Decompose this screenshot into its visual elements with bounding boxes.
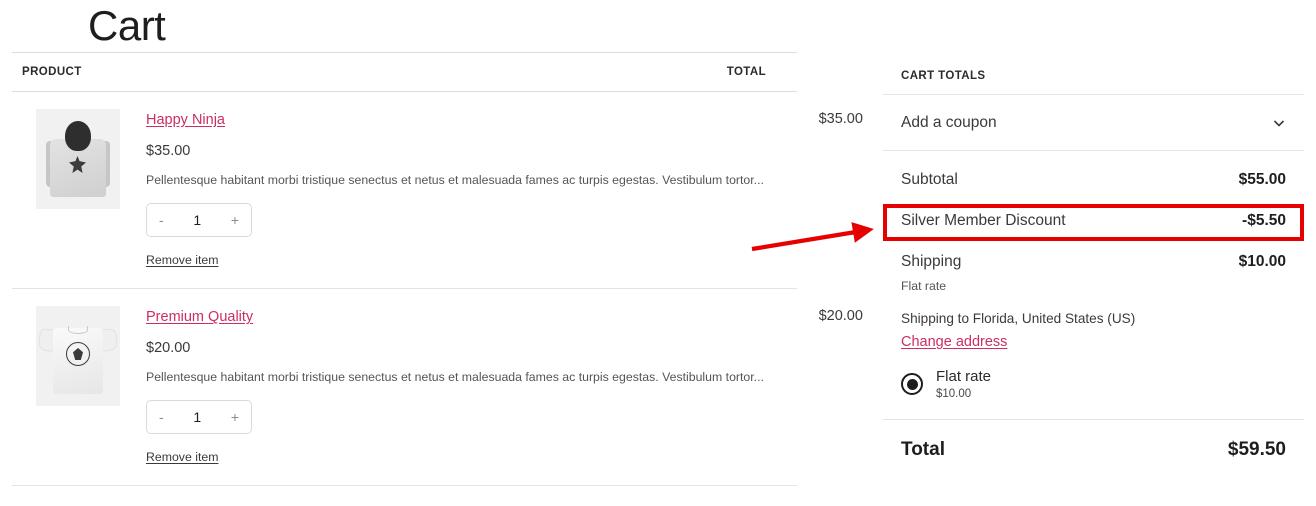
subtotal-value: $55.00 <box>1238 171 1286 188</box>
chevron-down-icon[interactable] <box>1272 116 1286 130</box>
discount-value: -$5.50 <box>1242 212 1286 229</box>
product-line-total: $20.00 <box>818 308 863 324</box>
product-thumbnail-cell <box>22 306 122 406</box>
shipping-option-flat-rate[interactable]: Flat rate $10.00 <box>883 368 1304 400</box>
product-thumbnail-cell <box>22 109 122 209</box>
quantity-increment-button[interactable]: + <box>231 213 239 227</box>
quantity-decrement-button[interactable]: - <box>159 410 164 424</box>
cart-page: Cart PRODUCT TOTAL Happy Ninja $35.00 Pe… <box>0 0 1316 506</box>
product-line-total: $35.00 <box>818 111 863 127</box>
subtotal-label: Subtotal <box>901 171 958 188</box>
radio-button-flat-rate[interactable] <box>901 373 923 395</box>
hoodie-hood-shape <box>65 121 91 151</box>
quantity-value[interactable]: 1 <box>193 409 201 425</box>
discount-label: Silver Member Discount <box>901 212 1066 229</box>
total-value: $59.50 <box>1227 439 1286 460</box>
product-description: Pellentesque habitant morbi tristique se… <box>146 173 764 187</box>
product-name-link[interactable]: Premium Quality <box>146 309 253 325</box>
product-price: $20.00 <box>146 340 191 356</box>
total-label: Total <box>901 439 945 460</box>
cart-table-header: PRODUCT TOTAL <box>12 53 797 91</box>
add-coupon-row[interactable]: Add a coupon <box>883 95 1304 150</box>
shipping-destination: Shipping to Florida, United States (US) <box>901 311 1136 326</box>
shipping-option-text: Flat rate $10.00 <box>936 368 991 400</box>
remove-item-link[interactable]: Remove item <box>146 253 218 267</box>
tshirt-product-image[interactable] <box>36 306 120 406</box>
change-address-link[interactable]: Change address <box>883 334 1025 350</box>
order-total-row: Total $59.50 <box>883 420 1304 480</box>
page-title: Cart <box>88 2 166 49</box>
cart-table-section: Cart PRODUCT TOTAL Happy Ninja $35.00 Pe… <box>12 0 863 506</box>
column-header-total: TOTAL <box>726 66 766 78</box>
coupon-divider <box>883 150 1304 151</box>
quantity-increment-button[interactable]: + <box>231 410 239 424</box>
subtotal-row: Subtotal $55.00 <box>883 159 1304 201</box>
product-description: Pellentesque habitant morbi tristique se… <box>146 370 764 384</box>
table-bottom-divider <box>12 485 797 486</box>
shipping-row: Shipping $10.00 <box>883 247 1304 277</box>
shipping-option-price: $10.00 <box>936 388 972 400</box>
quantity-stepper[interactable]: - 1 + <box>146 203 252 237</box>
table-row: Happy Ninja $35.00 Pellentesque habitant… <box>12 92 863 288</box>
table-row: Premium Quality $20.00 Pellentesque habi… <box>12 289 863 485</box>
hoodie-product-image[interactable] <box>36 109 120 209</box>
quantity-decrement-button[interactable]: - <box>159 213 164 227</box>
column-header-product: PRODUCT <box>22 66 82 78</box>
silver-member-discount-row: Silver Member Discount -$5.50 <box>883 203 1304 239</box>
shipping-value: $10.00 <box>1238 253 1286 270</box>
product-info-cell: Happy Ninja $35.00 Pellentesque habitant… <box>122 109 764 269</box>
quantity-value[interactable]: 1 <box>193 212 201 228</box>
add-coupon-label: Add a coupon <box>901 113 997 131</box>
shipping-option-name: Flat rate <box>936 368 992 385</box>
product-info-cell: Premium Quality $20.00 Pellentesque habi… <box>122 306 764 466</box>
cart-totals-section: CART TOTALS Add a coupon Subtotal $55.00… <box>883 0 1304 506</box>
shipping-label: Shipping <box>901 253 962 270</box>
cart-totals-title: CART TOTALS <box>901 70 986 82</box>
tshirt-chest-logo-icon <box>66 342 90 366</box>
tshirt-collar-shape <box>68 326 88 334</box>
remove-item-link[interactable]: Remove item <box>146 450 218 464</box>
product-price: $35.00 <box>146 143 191 159</box>
radio-selected-dot <box>906 378 918 390</box>
quantity-stepper[interactable]: - 1 + <box>146 400 252 434</box>
product-name-link[interactable]: Happy Ninja <box>146 112 225 128</box>
shipping-method-name: Flat rate <box>901 279 947 293</box>
